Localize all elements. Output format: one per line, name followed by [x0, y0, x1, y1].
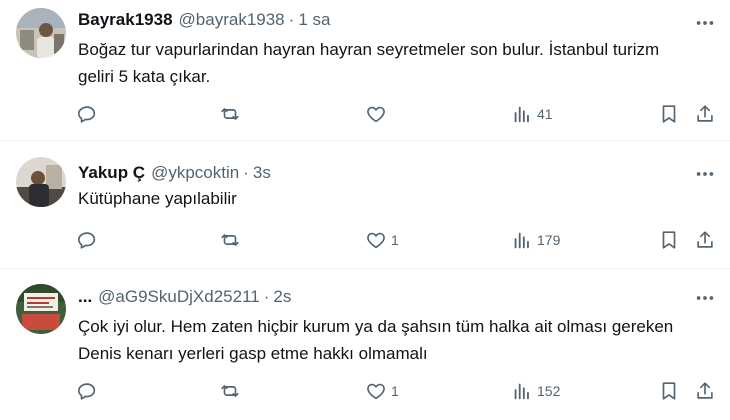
action-bar: 41	[76, 101, 726, 127]
more-icon[interactable]	[694, 163, 716, 185]
separator: ·	[243, 163, 249, 182]
tweet-text: Çok iyi olur. Hem zaten hiçbir kurum ya …	[78, 317, 674, 363]
action-bar: 1 152	[76, 378, 726, 404]
retweet-button[interactable]	[219, 378, 245, 404]
views-icon	[511, 103, 533, 125]
views-icon	[511, 229, 533, 251]
heart-icon	[365, 229, 387, 251]
share-button[interactable]	[694, 378, 716, 404]
share-icon	[694, 103, 716, 125]
like-count: 1	[391, 383, 399, 399]
retweet-icon	[219, 229, 241, 251]
like-button[interactable]	[365, 101, 391, 127]
like-button[interactable]: 1	[365, 378, 399, 404]
tweet[interactable]: Bayrak1938 @bayrak1938 · 1 sa Boğaz tur vap…	[0, 0, 730, 141]
heart-icon	[365, 380, 387, 402]
retweet-icon	[219, 380, 241, 402]
display-name[interactable]: Bayrak1938	[78, 10, 173, 29]
share-button[interactable]	[694, 101, 716, 127]
retweet-button[interactable]	[219, 227, 245, 253]
separator: ·	[263, 287, 270, 306]
views-button[interactable]: 152	[511, 378, 560, 404]
views-button[interactable]: 179	[511, 227, 560, 253]
like-button[interactable]: 1	[365, 227, 399, 253]
avatar[interactable]	[16, 284, 66, 334]
user-handle[interactable]: @ykpcoktin	[151, 163, 239, 182]
tweet-header: ... @aG9SkuDjXd25211 · 2s	[78, 287, 291, 307]
reply-icon	[76, 103, 98, 125]
tweet-header: Yakup Ç @ykpcoktin · 3s	[78, 163, 271, 183]
user-handle[interactable]: @bayrak1938	[179, 10, 285, 29]
reply-button[interactable]	[76, 227, 102, 253]
tweet-text: Kütüphane yapılabilir	[78, 189, 237, 208]
reply-icon	[76, 229, 98, 251]
more-icon[interactable]	[694, 12, 716, 34]
display-name[interactable]: ...	[78, 287, 92, 306]
tweet[interactable]: Yakup Ç @ykpcoktin · 3s Kütüphane yapılabil…	[0, 141, 730, 269]
views-icon	[511, 380, 533, 402]
bookmark-button[interactable]	[658, 101, 680, 127]
bookmark-icon	[658, 229, 680, 251]
reply-feed: Bayrak1938 @bayrak1938 · 1 sa Boğaz tur vap…	[0, 0, 730, 420]
views-button[interactable]: 41	[511, 101, 553, 127]
tweet-header: Bayrak1938 @bayrak1938 · 1 sa	[78, 10, 330, 30]
tweet-text: Boğaz tur vapurlarindan hayran hayran se…	[78, 40, 660, 86]
bookmark-icon	[658, 103, 680, 125]
retweet-icon	[219, 103, 241, 125]
share-button[interactable]	[694, 227, 716, 253]
like-count: 1	[391, 232, 399, 248]
bookmark-button[interactable]	[658, 378, 680, 404]
bookmark-icon	[658, 380, 680, 402]
reply-button[interactable]	[76, 378, 102, 404]
avatar[interactable]	[16, 157, 66, 207]
reply-icon	[76, 380, 98, 402]
retweet-button[interactable]	[219, 101, 245, 127]
separator: ·	[288, 10, 295, 29]
bookmark-button[interactable]	[658, 227, 680, 253]
display-name[interactable]: Yakup Ç	[78, 163, 145, 182]
share-icon	[694, 380, 716, 402]
more-icon[interactable]	[694, 287, 716, 309]
views-count: 41	[537, 106, 553, 122]
avatar[interactable]	[16, 8, 66, 58]
timestamp[interactable]: 3s	[253, 163, 271, 182]
views-count: 152	[537, 383, 561, 399]
timestamp[interactable]: 1 sa	[298, 10, 330, 29]
tweet[interactable]: ... @aG9SkuDjXd25211 · 2s Çok iyi olur. Hem…	[0, 269, 730, 420]
timestamp[interactable]: 2s	[273, 287, 291, 306]
share-icon	[694, 229, 716, 251]
reply-button[interactable]	[76, 101, 102, 127]
user-handle[interactable]: @aG9SkuDjXd25211	[98, 287, 260, 306]
action-bar: 1 179	[76, 227, 726, 253]
views-count: 179	[537, 232, 561, 248]
heart-icon	[365, 103, 387, 125]
